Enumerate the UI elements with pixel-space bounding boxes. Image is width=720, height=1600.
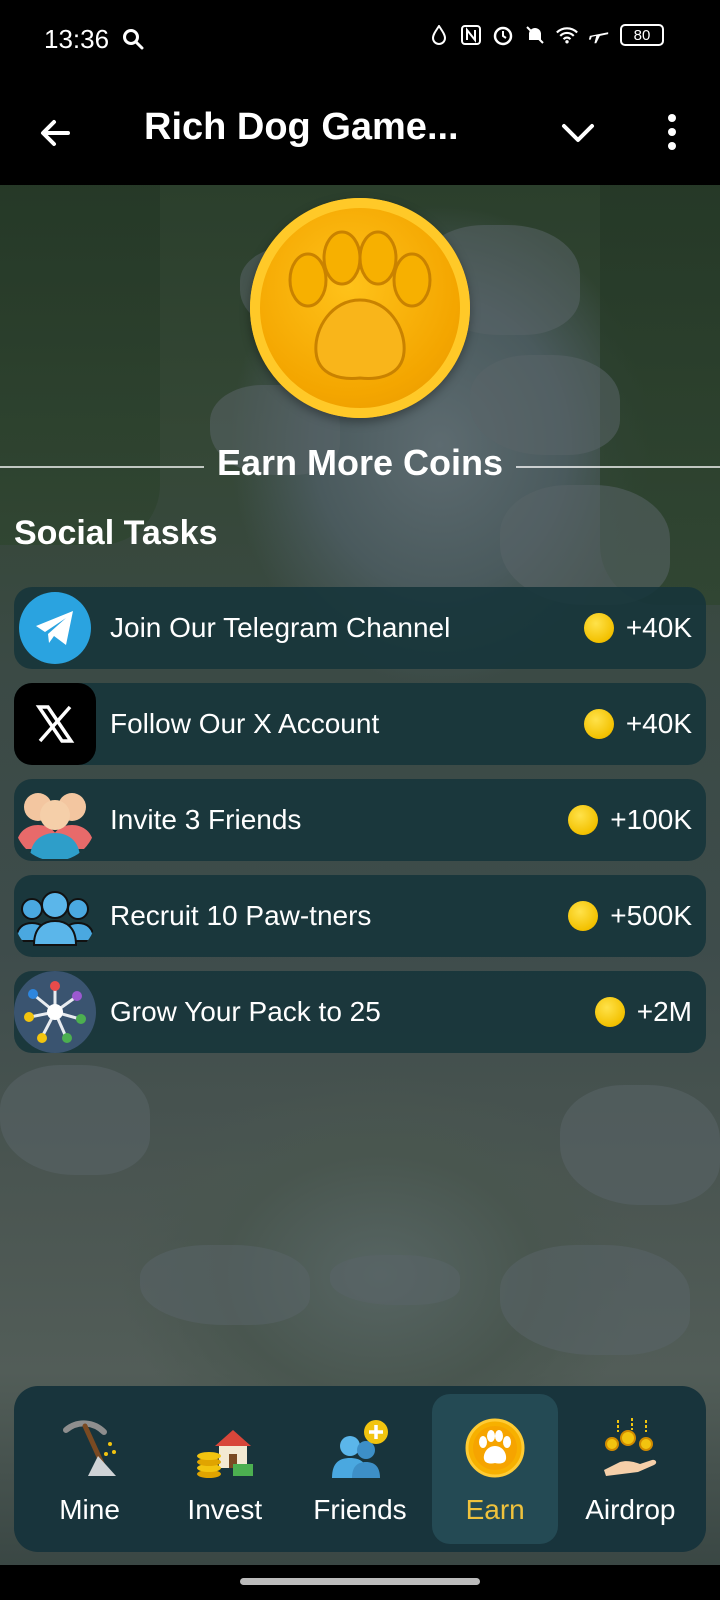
nav-label: Airdrop	[585, 1494, 676, 1525]
bottom-navigation: Mine Invest Friends Earn Airdrop	[14, 1386, 706, 1552]
coin-icon	[583, 613, 614, 643]
reward-amount: +2M	[636, 996, 692, 1027]
nav-airdrop[interactable]: Airdrop	[567, 1394, 693, 1544]
airplane-icon	[588, 24, 610, 46]
team-icon	[14, 875, 96, 957]
drop-icon	[428, 24, 450, 46]
task-invite-friends[interactable]: Invite 3 Friends +100K	[14, 779, 706, 861]
status-time: 13:36	[44, 24, 110, 54]
home-indicator[interactable]	[240, 1578, 480, 1585]
coin-icon	[583, 709, 614, 739]
task-reward: +40K	[583, 708, 692, 740]
social-tasks-title: Social Tasks	[14, 514, 218, 552]
paw-coin-icon	[463, 1416, 527, 1480]
coin-icon	[594, 997, 625, 1027]
app-title: Rich Dog Game...	[144, 106, 459, 148]
paw-icon	[288, 230, 432, 380]
earn-section-header: Earn More Coins	[0, 438, 720, 494]
section-title: Earn More Coins	[216, 442, 504, 483]
task-label: Join Our Telegram Channel	[110, 612, 451, 643]
nav-label: Friends	[313, 1494, 407, 1525]
reward-amount: +40K	[625, 612, 692, 643]
telegram-icon	[19, 592, 91, 664]
nfc-icon	[460, 24, 482, 46]
rock-decoration	[560, 1085, 720, 1205]
reward-amount: +100K	[610, 804, 692, 835]
search-icon	[122, 28, 144, 55]
alarm-icon	[492, 24, 514, 46]
task-telegram[interactable]: Join Our Telegram Channel +40K	[14, 587, 706, 669]
task-reward: +500K	[568, 900, 692, 932]
reward-amount: +500K	[610, 900, 692, 931]
task-label: Recruit 10 Paw-tners	[110, 900, 372, 931]
pickaxe-icon	[58, 1416, 122, 1480]
task-reward: +100K	[568, 804, 692, 836]
chevron-down-button[interactable]	[558, 112, 598, 152]
house-coins-icon	[193, 1416, 257, 1480]
rock-decoration	[330, 1255, 460, 1305]
battery-indicator: 80	[620, 24, 664, 46]
coin-icon	[568, 805, 599, 835]
x-logo-icon	[14, 683, 96, 765]
airdrop-hand-icon	[598, 1416, 662, 1480]
mute-icon	[524, 24, 546, 46]
task-label: Follow Our X Account	[110, 708, 380, 739]
task-reward: +40K	[583, 612, 692, 644]
task-label: Grow Your Pack to 25	[110, 996, 381, 1027]
back-button[interactable]	[34, 110, 80, 156]
friends-group-icon	[14, 779, 96, 861]
nav-invest[interactable]: Invest	[162, 1394, 288, 1544]
nav-label: Mine	[59, 1494, 120, 1525]
rock-decoration	[500, 1245, 690, 1355]
paw-coin-logo	[250, 198, 470, 418]
reward-amount: +40K	[625, 708, 692, 739]
task-recruit[interactable]: Recruit 10 Paw-tners +500K	[14, 875, 706, 957]
nav-label: Earn	[465, 1494, 525, 1525]
rock-decoration	[140, 1245, 310, 1325]
nav-label: Invest	[187, 1494, 263, 1525]
coin-icon	[568, 901, 599, 931]
task-grow-pack[interactable]: Grow Your Pack to 25 +2M	[14, 971, 706, 1053]
task-reward: +2M	[594, 996, 692, 1028]
wifi-icon	[556, 24, 578, 46]
network-icon	[14, 971, 96, 1053]
add-friend-icon	[328, 1416, 392, 1480]
status-bar: 13:36 80	[0, 0, 720, 82]
rock-decoration	[0, 1065, 150, 1175]
task-list: Join Our Telegram Channel +40K Follow Ou…	[14, 587, 706, 1067]
status-icons: 80	[428, 24, 664, 46]
task-x-follow[interactable]: Follow Our X Account +40K	[14, 683, 706, 765]
nav-friends[interactable]: Friends	[297, 1394, 423, 1544]
app-bar: Rich Dog Game...	[0, 82, 720, 185]
more-menu-button[interactable]	[656, 108, 688, 156]
task-label: Invite 3 Friends	[110, 804, 302, 835]
nav-mine[interactable]: Mine	[27, 1394, 153, 1544]
nav-earn[interactable]: Earn	[432, 1394, 559, 1544]
